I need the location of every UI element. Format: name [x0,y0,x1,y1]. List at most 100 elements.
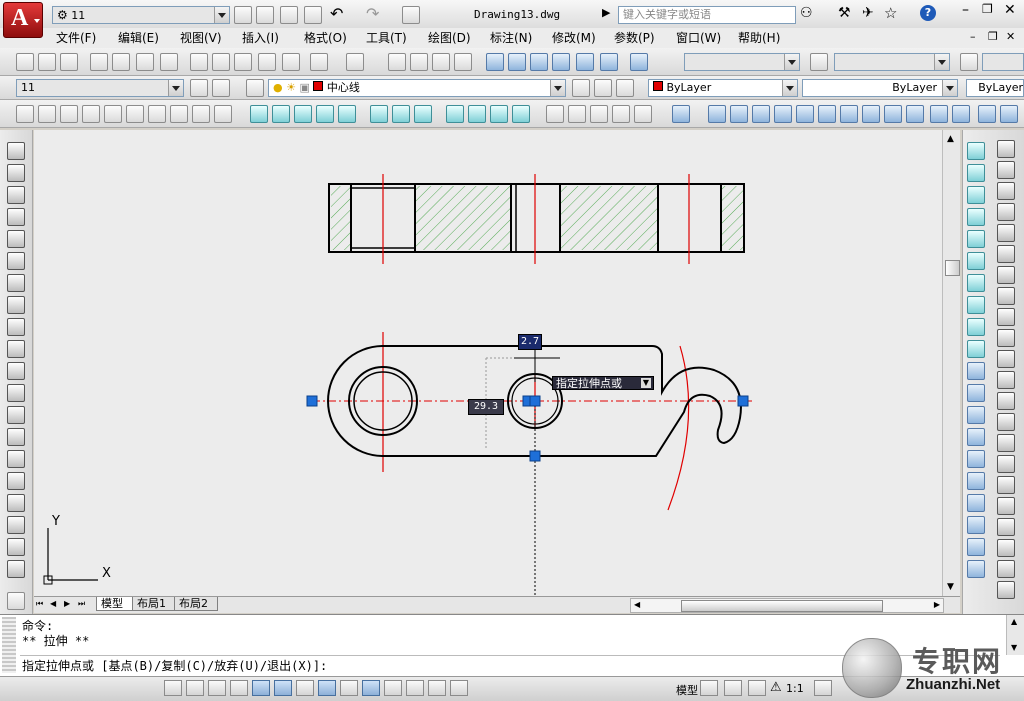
scroll-left-icon[interactable]: ◀ [634,600,640,609]
modeling-tool-icon[interactable] [512,105,530,123]
explode-icon[interactable] [997,497,1015,515]
redo-icon[interactable]: ↷ [366,4,379,23]
modeling-tool-icon[interactable] [906,105,924,123]
modeling-tool-icon[interactable] [414,105,432,123]
modeling-tool-icon[interactable] [104,105,122,123]
modeling-tool-icon[interactable] [862,105,880,123]
new-icon[interactable] [16,53,34,71]
modeling-tool-icon[interactable] [590,105,608,123]
tab-nav-next-icon[interactable]: ▶ [64,599,70,608]
dynamic-ucs-toggle[interactable] [340,680,358,696]
modeling-tool-icon[interactable] [546,105,564,123]
modeling-tool-icon[interactable] [60,105,78,123]
zoom-previous-icon[interactable] [454,53,472,71]
table-icon[interactable] [7,516,25,534]
solid-edit-icon[interactable] [967,296,985,314]
modeling-tool-icon[interactable] [214,105,232,123]
solid-edit-icon[interactable] [967,516,985,534]
markup-icon[interactable] [576,53,594,71]
new-file-icon[interactable] [234,6,252,24]
copy-icon[interactable] [212,53,230,71]
solid-edit-icon[interactable] [967,340,985,358]
tab-layout[interactable]: 布局1 [132,597,176,611]
hatch-icon[interactable] [7,450,25,468]
object-snap-toggle[interactable] [274,680,292,696]
zoom-window-icon[interactable] [432,53,450,71]
menu-item[interactable]: 文件(F) [56,28,96,48]
style-combo-2[interactable] [834,53,950,71]
solid-edit-icon[interactable] [967,450,985,468]
solid-edit-icon[interactable] [967,252,985,270]
linetype-combo[interactable]: ByLayer [802,79,958,97]
modeling-tool-icon[interactable] [148,105,166,123]
app-logo-button[interactable]: A [3,2,43,38]
print-icon[interactable] [90,53,108,71]
solid-edit-icon[interactable] [967,274,985,292]
tooltip-dropdown-icon[interactable]: ▼ [641,378,651,388]
add-selected-icon[interactable] [7,560,25,578]
undo-icon[interactable]: ↶ [330,4,343,23]
solid-edit-icon[interactable] [967,164,985,182]
tool-palettes-icon[interactable] [530,53,548,71]
dynamic-input-tooltip[interactable]: 指定拉伸点或 ▼ [552,376,654,390]
menu-item[interactable]: 工具(T) [366,28,407,48]
polyline-icon[interactable] [7,186,25,204]
solid-edit-icon[interactable] [967,538,985,556]
modeling-tool-icon[interactable] [672,105,690,123]
multiline-text-icon[interactable] [7,538,25,556]
scale-icon[interactable] [997,287,1015,305]
pan-icon[interactable] [388,53,406,71]
draworder-icon[interactable] [997,518,1015,536]
layer-states-icon[interactable] [212,79,230,97]
modeling-tool-icon[interactable] [82,105,100,123]
scroll-down-icon[interactable]: ▼ [947,582,954,592]
modeling-tool-icon[interactable] [952,105,970,123]
mirror-icon[interactable] [997,182,1015,200]
star-icon[interactable]: ☆ [884,4,897,22]
sheet-set-icon[interactable] [552,53,570,71]
modeling-tool-icon[interactable] [294,105,312,123]
menu-item[interactable]: 格式(O) [304,28,347,48]
modeling-tool-icon[interactable] [612,105,630,123]
dim-style-icon[interactable] [960,53,978,71]
minimize-icon[interactable]: – [962,2,969,18]
insert-block-icon[interactable] [7,384,25,402]
design-center-icon[interactable] [508,53,526,71]
modeling-tool-icon[interactable] [840,105,858,123]
menu-item[interactable]: 视图(V) [180,28,222,48]
redo-icon[interactable] [346,53,364,71]
solid-edit-icon[interactable] [967,494,985,512]
layer-combo[interactable]: ● ☀ ▣ 中心线 [268,79,566,97]
modeling-tool-icon[interactable] [170,105,188,123]
workspace-combo[interactable]: ⚙ 11 [52,6,230,24]
command-prompt[interactable]: 指定拉伸点或 [基点(B)/复制(C)/放弃(U)/退出(X)]: [22,659,327,673]
scroll-up-icon[interactable]: ▲ [1011,617,1017,626]
grip[interactable] [529,450,541,462]
layer-properties-icon[interactable] [246,79,264,97]
solid-edit-icon[interactable] [967,560,985,578]
save-icon[interactable] [280,6,298,24]
copy-object-icon[interactable] [997,161,1015,179]
solid-edit-icon[interactable] [967,186,985,204]
restore-icon[interactable]: ❐ [982,2,993,16]
arc-icon[interactable] [7,252,25,270]
modeling-tool-icon[interactable] [468,105,486,123]
scroll-thumb[interactable] [945,260,960,276]
region-icon[interactable] [7,494,25,512]
modeling-tool-icon[interactable] [796,105,814,123]
undo-icon[interactable] [310,53,328,71]
grip[interactable] [306,395,318,407]
section-outline[interactable] [328,183,745,253]
polygon-icon[interactable] [7,208,25,226]
revision-cloud-icon[interactable] [7,296,25,314]
vertical-scrollbar[interactable]: ▲ ▼ [942,130,960,596]
line-icon[interactable] [7,142,25,160]
menu-item[interactable]: 参数(P) [614,28,655,48]
solid-edit-icon[interactable] [967,384,985,402]
modeling-tool-icon[interactable] [338,105,356,123]
solid-edit-icon[interactable] [967,318,985,336]
fillet-icon[interactable] [997,455,1015,473]
modeling-tool-icon[interactable] [818,105,836,123]
circle-icon[interactable] [7,274,25,292]
spline-icon[interactable] [7,318,25,336]
